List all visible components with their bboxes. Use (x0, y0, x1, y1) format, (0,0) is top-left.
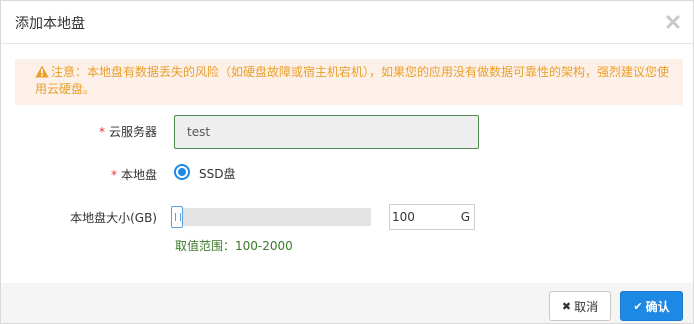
warning-text: 注意：本地盘有数据丢失的风险（如硬盘故障或宿主机宕机），如果您的应用没有做数据可… (35, 65, 670, 96)
cancel-button[interactable]: ✖ 取消 (549, 291, 611, 321)
disk-size-field: G (389, 204, 475, 230)
disk-size-label: 本地盘大小(GB) (70, 211, 157, 225)
disk-size-input[interactable] (390, 205, 452, 229)
data-loss-warning: 注意：本地盘有数据丢失的风险（如硬盘故障或宿主机宕机），如果您的应用没有做数据可… (15, 59, 683, 105)
ssd-radio[interactable] (174, 164, 190, 180)
warning-icon (35, 65, 49, 78)
server-input[interactable] (174, 115, 479, 149)
confirm-button[interactable]: ✔ 确认 (620, 291, 683, 321)
disk-size-unit: G (460, 210, 470, 224)
disk-size-range-hint: 取值范围：100-2000 (175, 239, 293, 253)
close-icon-glyph (666, 15, 680, 29)
ssd-radio-label[interactable]: SSD盘 (199, 165, 235, 182)
add-local-disk-dialog: 添加本地盘 注意：本地盘有数据丢失的风险（如硬盘故障或宿主机宕机），如果您的应用… (0, 0, 694, 324)
close-icon: ✖ (561, 299, 572, 313)
cancel-button-label: 取消 (574, 299, 599, 314)
dialog-header: 添加本地盘 (1, 1, 693, 44)
confirm-button-label: 确认 (645, 299, 670, 314)
required-mark: * (98, 125, 105, 139)
check-icon: ✔ (633, 299, 643, 313)
server-label-row: * 云服务器 (99, 123, 157, 140)
local-disk-label: 本地盘 (120, 168, 157, 182)
close-icon[interactable] (665, 14, 681, 30)
required-mark: * (110, 168, 117, 182)
disk-size-slider-handle[interactable] (171, 206, 183, 228)
disk-size-label-row: 本地盘大小(GB) (70, 209, 157, 226)
local-disk-label-row: * 本地盘 (111, 166, 157, 183)
disk-size-slider-track[interactable] (174, 208, 371, 226)
dialog-title: 添加本地盘 (15, 16, 85, 32)
server-label: 云服务器 (108, 125, 157, 139)
